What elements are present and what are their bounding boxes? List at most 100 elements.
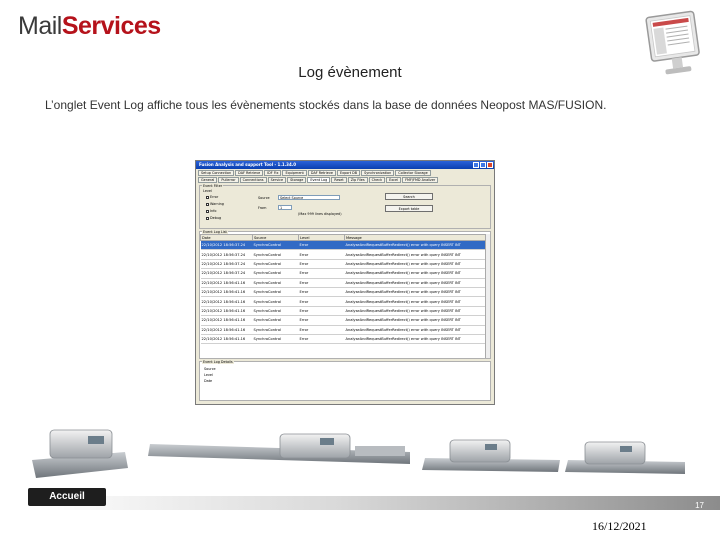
app-window-title: Fusion Analysis and support Tool - 1.1.3…: [199, 162, 297, 167]
slide-date: 16/12/2021: [592, 519, 647, 533]
cell-message: AnalyseAndRequestBufferRedirect() error …: [344, 268, 488, 279]
tabs-row-bottom: General Pullerror Connections Service St…: [196, 177, 494, 183]
tab-fmf-analizer[interactable]: FMF/FMD Analizer: [402, 177, 439, 183]
table-row[interactable]: 22/10/2012 18:56:41.16 SynchroControl Erro…: [200, 306, 488, 317]
detail-level-label: Level: [204, 373, 213, 377]
cell-level: Error: [298, 278, 345, 288]
tab-connections[interactable]: Connections: [239, 177, 267, 183]
table-scrollbar[interactable]: [485, 234, 490, 358]
tab-excel[interactable]: Excel: [386, 177, 402, 183]
table-row[interactable]: 22/10/2012 18:56:37.24 SynchroControl Erro…: [200, 249, 488, 260]
tab-daf-retrieve[interactable]: DAF Retrieve: [235, 170, 264, 176]
app-titlebar: Fusion Analysis and support Tool - 1.1.3…: [196, 161, 494, 169]
cell-message: AnalyseAndRequestBufferRedirect() error …: [344, 278, 488, 288]
cell-source: SynchroControl: [252, 315, 299, 326]
machine-3: [422, 439, 560, 472]
cell-level: Error: [298, 306, 345, 317]
cell-message: AnalyseAndRequestBufferRedirect() error …: [344, 240, 488, 251]
slide-subtitle: L’onglet Event Log affiche tous les évèn…: [45, 98, 607, 112]
checkbox-warning[interactable]: Warning: [206, 202, 224, 206]
cell-level: Error: [298, 268, 345, 279]
cell-date: 22/10/2012 18:56:37.24: [200, 240, 253, 251]
tab-idf-fix[interactable]: IDF Fix: [264, 170, 282, 176]
cell-level: Error: [298, 325, 345, 335]
table-row[interactable]: 22/10/2012 18:56:41.16 SynchroControl Erro…: [200, 315, 488, 326]
minimize-icon[interactable]: [473, 162, 479, 168]
tab-daf-retrieve-2[interactable]: DAF Retrieve: [307, 170, 336, 176]
table-row[interactable]: 22/10/2012 18:56:41.16 SynchroControl Erro…: [200, 296, 488, 307]
checkbox-info[interactable]: Info: [206, 209, 216, 213]
cell-date: 22/10/2012 18:56:41.16: [200, 306, 253, 317]
table-row[interactable]: 22/10/2012 18:56:37.24 SynchroControl Erro…: [200, 259, 488, 270]
cell-message: AnalyseAndRequestBufferRedirect() error …: [344, 334, 488, 345]
cell-source: SynchroControl: [252, 287, 299, 298]
cell-date: 22/10/2012 18:56:41.16: [200, 325, 253, 335]
machine-1: [32, 429, 128, 478]
from-label: From: [258, 206, 267, 210]
from-select[interactable]: 1: [278, 205, 292, 210]
cell-date: 22/10/2012 18:56:41.16: [200, 287, 253, 298]
cell-message: AnalyseAndRequestBufferRedirect() error …: [344, 325, 488, 335]
checkbox-debug[interactable]: Debug: [206, 216, 221, 220]
table-row[interactable]: 22/10/2012 18:56:41.16 SynchroControl Erro…: [200, 287, 488, 298]
cell-date: 22/10/2012 18:56:37.24: [200, 268, 253, 279]
tab-check[interactable]: Check: [368, 177, 386, 183]
tab-export-db[interactable]: Export DB: [336, 170, 361, 176]
cell-message: AnalyseAndRequestBufferRedirect() error …: [344, 249, 488, 260]
cell-level: Error: [298, 287, 345, 298]
checkbox-error[interactable]: Error: [206, 195, 218, 199]
tab-event-log[interactable]: Event Log: [307, 177, 331, 183]
cell-source: SynchroControl: [252, 259, 299, 270]
tabs-row-top: Setup Connection DAF Retrieve IDF Fix Eq…: [196, 170, 494, 176]
cell-level: Error: [298, 296, 345, 307]
tab-collector-storage[interactable]: Collector Storage: [395, 170, 431, 176]
event-filter-group: Event Filter Level Error Warning Info De…: [199, 184, 491, 229]
cell-message: AnalyseAndRequestBufferRedirect() error …: [344, 296, 488, 307]
cell-source: SynchroControl: [252, 268, 299, 279]
machine-2: [148, 433, 410, 464]
tab-zip-files[interactable]: Zip Files: [347, 177, 368, 183]
cell-date: 22/10/2012 18:56:41.16: [200, 315, 253, 326]
tab-equipment[interactable]: Equipment: [282, 170, 307, 176]
detail-date-label: Date: [204, 379, 213, 383]
tab-service[interactable]: Service: [267, 177, 287, 183]
page-number: 17: [695, 501, 704, 510]
tab-storage[interactable]: Storage: [287, 177, 307, 183]
logo-part-services: Services: [61, 12, 161, 40]
tab-general[interactable]: General: [198, 177, 218, 183]
cell-level: Error: [298, 315, 345, 326]
maximize-icon[interactable]: [480, 162, 486, 168]
table-row[interactable]: 22/10/2012 18:56:41.16 SynchroControl Erro…: [200, 278, 488, 288]
tab-setup-connection[interactable]: Setup Connection: [198, 170, 235, 176]
cell-date: 22/10/2012 18:56:37.24: [200, 259, 253, 270]
source-select[interactable]: Select Source: [278, 195, 340, 200]
cell-date: 22/10/2012 18:56:41.16: [200, 334, 253, 345]
tab-synchronization[interactable]: Synchronization: [361, 170, 395, 176]
app-screenshot: Fusion Analysis and support Tool - 1.1.3…: [195, 160, 495, 405]
export-table-button[interactable]: Export table: [385, 205, 433, 212]
cell-level: Error: [298, 259, 345, 270]
cell-source: SynchroControl: [252, 249, 299, 260]
cell-source: SynchroControl: [252, 296, 299, 307]
home-button[interactable]: Accueil: [28, 488, 106, 506]
event-log-details-group: Event Log Details Source Level Date: [199, 360, 491, 401]
cell-source: SynchroControl: [252, 278, 299, 288]
cell-date: 22/10/2012 18:56:41.16: [200, 296, 253, 307]
machine-4: [565, 441, 685, 474]
footer-bar: [28, 496, 720, 510]
table-row[interactable]: 22/10/2012 18:56:37.24 SynchroControl Erro…: [200, 268, 488, 279]
search-button[interactable]: Search: [385, 193, 433, 200]
table-row[interactable]: 22/10/2012 18:56:41.16 SynchroControl Erro…: [200, 334, 488, 345]
table-row[interactable]: 22/10/2012 18:56:41.16 SynchroControl Erro…: [200, 325, 488, 335]
cell-source: SynchroControl: [252, 325, 299, 335]
tab-reset[interactable]: Reset: [331, 177, 347, 183]
checkbox-debug-label: Debug: [210, 216, 222, 220]
franking-machines-illustration: [32, 429, 685, 478]
tab-pullerror[interactable]: Pullerror: [218, 177, 239, 183]
cell-date: 22/10/2012 18:56:37.24: [200, 249, 253, 260]
event-filter-label: Event Filter: [202, 184, 224, 188]
cell-message: AnalyseAndRequestBufferRedirect() error …: [344, 287, 488, 298]
table-row[interactable]: 22/10/2012 18:56:37.24 SynchroControl Erro…: [200, 240, 488, 251]
checkbox-error-label: Error: [210, 195, 219, 199]
close-icon[interactable]: [487, 162, 493, 168]
